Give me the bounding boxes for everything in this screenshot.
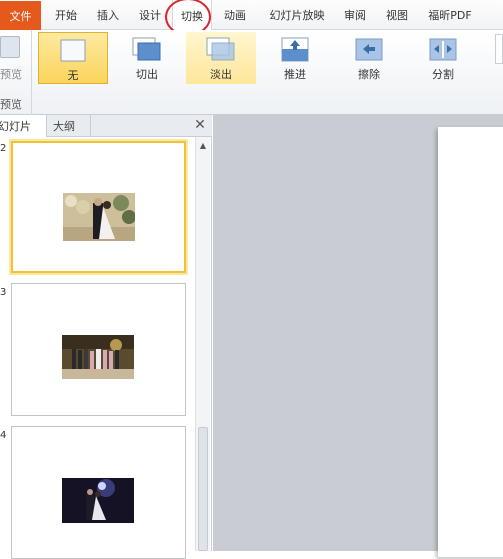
effect-label: 擦除 (358, 68, 380, 81)
tab-slides[interactable]: 幻灯片 (0, 115, 47, 137)
scroll-up-arrow-icon[interactable]: ▲ (196, 139, 210, 151)
split-transition-icon (428, 37, 458, 63)
effect-label: 无 (67, 69, 79, 82)
none-transition-icon (58, 38, 88, 64)
slide-thumbnail-4[interactable] (11, 426, 186, 559)
tab-foxit-pdf[interactable]: 福昕PDF (422, 0, 478, 30)
slide-number: 4 (0, 430, 7, 441)
slide-editing-area (213, 115, 503, 557)
effect-label: 分割 (432, 68, 454, 81)
preview-group-label: 预览 (0, 98, 22, 111)
effect-split-button[interactable]: 分割 (408, 32, 478, 84)
preview-label: 预览 (0, 68, 22, 81)
effect-cut-button[interactable]: 切出 (112, 32, 182, 84)
tab-outline[interactable]: 大纲 (47, 115, 91, 137)
tab-view[interactable]: 视图 (378, 0, 416, 30)
fade-transition-icon (206, 37, 236, 63)
vertical-scrollbar[interactable]: ▲ (195, 137, 210, 551)
effect-label: 切出 (136, 68, 158, 81)
effect-none-button[interactable]: 无 (38, 32, 108, 84)
tab-review[interactable]: 审阅 (336, 0, 374, 30)
tab-slideshow[interactable]: 幻灯片放映 (262, 0, 332, 30)
cut-transition-icon (132, 37, 162, 63)
preview-button[interactable]: 预览 (0, 34, 28, 82)
effect-wipe-button[interactable]: 擦除 (334, 32, 404, 84)
effect-label: 淡出 (210, 68, 232, 81)
tab-insert[interactable]: 插入 (89, 0, 127, 30)
main-slide-canvas[interactable] (438, 127, 503, 557)
preview-icon (0, 36, 20, 58)
slide-thumbnail-2[interactable] (11, 141, 186, 273)
tab-design[interactable]: 设计 (131, 0, 169, 30)
slide-number: 2 (0, 143, 7, 154)
wedding-couple-photo (63, 193, 136, 241)
file-menu-tab[interactable]: 文件 (0, 1, 41, 30)
slide-thumbnail-3[interactable] (11, 283, 186, 416)
slide-number: 3 (0, 287, 7, 298)
ribbon-scroll-button[interactable] (495, 34, 503, 64)
wipe-transition-icon (354, 37, 384, 63)
push-transition-icon (280, 37, 310, 63)
slide-thumbnail-panel: 2 3 4 ▲ (0, 137, 212, 559)
wedding-group-photo (62, 335, 134, 379)
scrollbar-thumb[interactable] (198, 427, 208, 551)
effect-push-button[interactable]: 推进 (260, 32, 330, 84)
tab-home[interactable]: 开始 (47, 0, 85, 30)
preview-group: 预览 预览 (0, 30, 32, 115)
effect-label: 推进 (284, 68, 306, 81)
wedding-night-photo (62, 478, 134, 523)
close-icon[interactable]: ✕ (192, 117, 208, 133)
menu-bar: 文件 开始 插入 设计 切换 动画 幻灯片放映 审阅 视图 福昕PDF (0, 0, 503, 36)
tab-animations[interactable]: 动画 (216, 0, 254, 30)
ribbon: 预览 预览 无 切出 淡出 推进 擦除 分割 (0, 30, 503, 115)
panel-tabs: 幻灯片 大纲 ✕ (0, 115, 212, 137)
effect-fade-button[interactable]: 淡出 (186, 32, 256, 84)
